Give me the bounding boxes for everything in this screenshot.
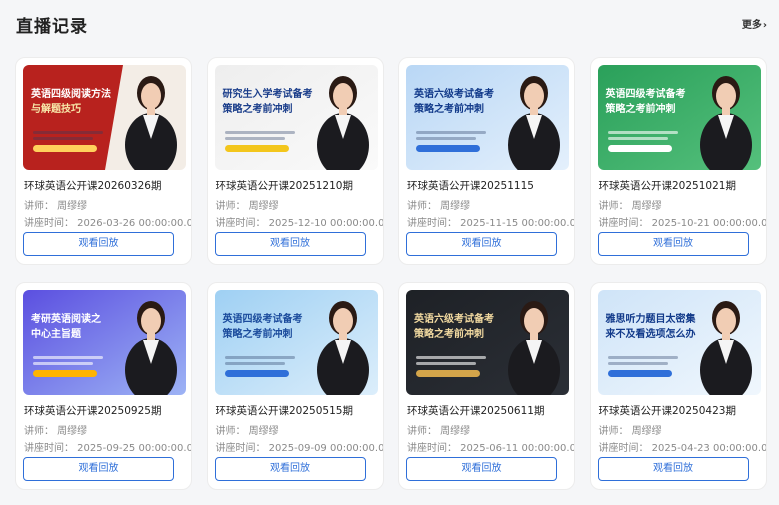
thumbnail-headline-2: 策略之考前冲刺 [222, 329, 293, 340]
lecturer-text: 讲师： 周缪缪 [24, 426, 88, 437]
course-thumbnail[interactable]: 英语六级考试备考 策略之考前冲刺 [406, 65, 569, 170]
course-thumbnail[interactable]: 英语四级阅读方法 与解题技巧 [23, 65, 186, 170]
thumbnail-headline-2: 来不及看选项怎么办 [605, 329, 696, 340]
lecture-time-text: 讲座时间： 2025-09-25 00:00:00.0 [24, 443, 192, 454]
course-title: 环球英语公开课20250423期 [598, 405, 736, 417]
thumbnail-headline-1: 英语四级阅读方法 [31, 89, 111, 100]
lecturer-text: 讲师： 周缪缪 [407, 201, 471, 212]
more-label: 更多 [741, 20, 762, 31]
thumbnail-headline-2: 策略之考前冲刺 [414, 329, 484, 340]
course-thumbnail[interactable]: 雅思听力题目太密集 来不及看选项怎么办 [597, 290, 761, 395]
watch-replay-button[interactable]: 观看回放 [23, 232, 174, 256]
lecturer-text: 讲师： 周缪缪 [215, 426, 279, 437]
course-thumbnail[interactable]: 英语六级考试备考 策略之考前冲刺 [406, 290, 569, 395]
thumbnail-graphic [406, 65, 569, 170]
course-thumbnail[interactable]: 研究生入学考试备考 策略之考前冲刺 [214, 65, 378, 170]
course-thumbnail[interactable]: 英语四级考试备考 策略之考前冲刺 [214, 290, 378, 395]
lecture-time-text: 讲座时间： 2025-12-10 00:00:00.0 [215, 218, 384, 229]
record-card[interactable]: 英语四级考试备考 策略之考前冲刺 环球英语公开课20251021期 讲师： 周缪… [589, 57, 767, 265]
course-title: 环球英语公开课20260326期 [24, 180, 162, 192]
lecture-time-text: 讲座时间： 2025-06-11 00:00:00.0 [407, 443, 575, 454]
course-title: 环球英语公开课20251210期 [215, 180, 353, 192]
watch-replay-button[interactable]: 观看回放 [23, 457, 174, 481]
course-title: 环球英语公开课20251115 [407, 180, 534, 192]
lecturer-text: 讲师： 周缪缪 [215, 201, 279, 212]
thumbnail-headline-2: 策略之考前冲刺 [222, 104, 293, 115]
record-card[interactable]: 考研英语阅读之 中心主旨题 环球英语公开课20250925期 讲师： 周缪缪 讲… [15, 282, 192, 490]
chevron-right-icon: › [762, 20, 767, 31]
thumbnail-headline-1: 研究生入学考试备考 [222, 89, 313, 100]
thumbnail-graphic [23, 290, 186, 395]
thumbnail-headline-1: 英语四级考试备考 [605, 89, 686, 100]
thumbnail-graphic [597, 65, 761, 170]
watch-replay-button[interactable]: 观看回放 [597, 232, 749, 256]
record-card[interactable]: 英语六级考试备考 策略之考前冲刺 环球英语公开课20251115 讲师： 周缪缪… [398, 57, 575, 265]
record-card[interactable]: 研究生入学考试备考 策略之考前冲刺 环球英语公开课20251210期 讲师： 周… [206, 57, 384, 265]
thumbnail-graphic [597, 290, 761, 395]
thumbnail-graphic [214, 290, 378, 395]
record-card[interactable]: 雅思听力题目太密集 来不及看选项怎么办 环球英语公开课20250423期 讲师：… [589, 282, 767, 490]
record-card[interactable]: 英语六级考试备考 策略之考前冲刺 环球英语公开课20250611期 讲师： 周缪… [398, 282, 575, 490]
lecture-time-text: 讲座时间： 2025-11-15 00:00:00.0 [407, 218, 575, 229]
lecturer-text: 讲师： 周缪缪 [598, 426, 662, 437]
live-records-page: 直播记录 更多› 英语四级阅读方法 与解题技巧 环球英语公开课20260326期 [0, 0, 779, 505]
course-thumbnail[interactable]: 英语四级考试备考 策略之考前冲刺 [597, 65, 761, 170]
lecture-time-text: 讲座时间： 2025-10-21 00:00:00.0 [598, 218, 767, 229]
thumbnail-headline-1: 英语四级考试备考 [222, 314, 303, 325]
lecture-time-text: 讲座时间： 2025-04-23 00:00:00.0 [598, 443, 767, 454]
record-card[interactable]: 英语四级阅读方法 与解题技巧 环球英语公开课20260326期 讲师： 周缪缪 … [15, 57, 192, 265]
lecturer-text: 讲师： 周缪缪 [24, 201, 88, 212]
thumbnail-graphic [214, 65, 378, 170]
watch-replay-button[interactable]: 观看回放 [214, 457, 366, 481]
watch-replay-button[interactable]: 观看回放 [406, 232, 557, 256]
lecturer-text: 讲师： 周缪缪 [407, 426, 471, 437]
thumbnail-graphic [23, 65, 186, 170]
course-thumbnail[interactable]: 考研英语阅读之 中心主旨题 [23, 290, 186, 395]
watch-replay-button[interactable]: 观看回放 [406, 457, 557, 481]
watch-replay-button[interactable]: 观看回放 [214, 232, 366, 256]
watch-replay-button[interactable]: 观看回放 [597, 457, 749, 481]
course-title: 环球英语公开课20250925期 [24, 405, 162, 417]
thumbnail-headline-1: 考研英语阅读之 [31, 314, 101, 325]
lecture-time-text: 讲座时间： 2025-09-09 00:00:00.0 [215, 443, 384, 454]
thumbnail-headline-2: 策略之考前冲刺 [414, 104, 484, 115]
thumbnail-headline-1: 英语六级考试备考 [414, 314, 494, 325]
thumbnail-headline-1: 雅思听力题目太密集 [605, 314, 696, 325]
lecture-time-text: 讲座时间： 2026-03-26 00:00:00.0 [24, 218, 192, 229]
course-title: 环球英语公开课20250515期 [215, 405, 353, 417]
thumbnail-headline-2: 中心主旨题 [31, 329, 81, 340]
thumbnail-headline-1: 英语六级考试备考 [414, 89, 494, 100]
thumbnail-headline-2: 与解题技巧 [31, 104, 81, 115]
header: 直播记录 更多› [16, 12, 767, 38]
page-title: 直播记录 [16, 17, 88, 37]
record-card[interactable]: 英语四级考试备考 策略之考前冲刺 环球英语公开课20250515期 讲师： 周缪… [206, 282, 384, 490]
course-title: 环球英语公开课20251021期 [598, 180, 736, 192]
more-link[interactable]: 更多› [742, 16, 767, 31]
thumbnail-headline-2: 策略之考前冲刺 [605, 104, 676, 115]
course-title: 环球英语公开课20250611期 [407, 405, 545, 417]
thumbnail-graphic [406, 290, 569, 395]
lecturer-text: 讲师： 周缪缪 [598, 201, 662, 212]
